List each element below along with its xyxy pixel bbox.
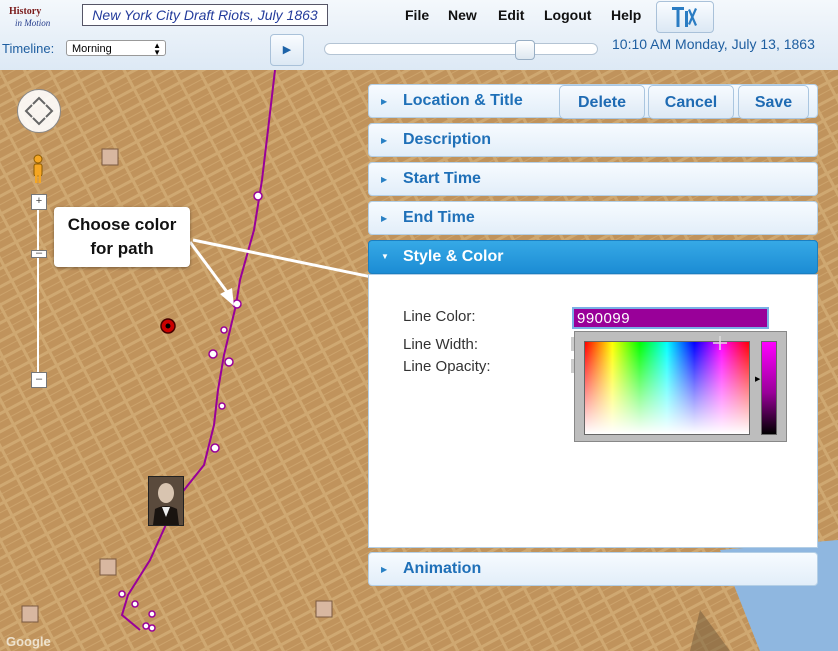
line-color-label: Line Color: <box>403 308 476 325</box>
collapsed-arrow-icon: ▶ <box>381 97 388 106</box>
zoom-track-upper[interactable] <box>37 210 39 250</box>
delete-button[interactable]: Delete <box>559 85 645 119</box>
callout-line-1: Choose color <box>67 215 177 234</box>
menu-logout[interactable]: Logout <box>544 7 591 23</box>
section-description[interactable]: ▶ Description <box>368 123 818 157</box>
pan-control-icon[interactable] <box>17 89 61 133</box>
select-arrows-icon: ▲ ▼ <box>153 41 161 57</box>
project-title[interactable]: New York City Draft Riots, July 1863 <box>82 4 328 26</box>
menu-help[interactable]: Help <box>611 7 641 23</box>
cancel-button[interactable]: Cancel <box>648 85 734 119</box>
timeline-selected-value: Morning <box>72 43 112 55</box>
play-button[interactable]: ▶ <box>270 34 304 66</box>
top-bar: History in Motion New York City Draft Ri… <box>0 0 838 71</box>
line-width-label: Line Width: <box>403 336 479 353</box>
menu-file[interactable]: File <box>405 7 429 23</box>
section-label: End Time <box>403 209 475 226</box>
save-button[interactable]: Save <box>738 85 809 119</box>
callout-line-2: for path <box>90 239 154 258</box>
tools-icon <box>672 7 697 27</box>
expanded-arrow-icon: ▼ <box>381 252 389 261</box>
zoom-slider-handle[interactable]: – <box>31 248 47 259</box>
color-picker: ▶ <box>574 331 787 442</box>
color-brightness-bar[interactable] <box>761 341 777 435</box>
collapsed-arrow-icon: ▶ <box>381 175 388 184</box>
tutorial-callout: Choose color for path <box>54 207 190 267</box>
color-saturation-field[interactable] <box>584 341 750 435</box>
section-label: Animation <box>403 560 482 577</box>
logo-text-2: in Motion <box>15 18 51 28</box>
marker-icon[interactable] <box>160 318 176 334</box>
section-label: Description <box>403 131 492 148</box>
section-label: Start Time <box>403 170 481 187</box>
line-color-input[interactable]: 990099 <box>572 307 769 329</box>
current-datetime: 10:10 AM Monday, July 13, 1863 <box>612 36 815 52</box>
pegman-icon[interactable] <box>32 154 44 184</box>
collapsed-arrow-icon: ▶ <box>381 214 388 223</box>
portrait-marker[interactable] <box>148 476 184 526</box>
zoom-track-lower[interactable] <box>37 258 39 372</box>
crosshair-icon[interactable] <box>713 336 727 350</box>
timeline-slider-thumb[interactable] <box>515 40 535 60</box>
section-label: Location & Title <box>403 92 523 109</box>
section-label: Style & Color <box>403 248 504 265</box>
zoom-in-icon[interactable]: + <box>31 194 47 210</box>
tools-button[interactable] <box>656 1 714 33</box>
section-end-time[interactable]: ▶ End Time <box>368 201 818 235</box>
zoom-out-icon[interactable]: – <box>31 372 47 388</box>
portrait-icon <box>149 477 183 525</box>
section-start-time[interactable]: ▶ Start Time <box>368 162 818 196</box>
timeline-label: Timeline: <box>2 41 55 56</box>
timeline-slider-track[interactable] <box>324 43 598 55</box>
section-animation[interactable]: ▶ Animation <box>368 552 818 586</box>
google-attribution: Google <box>6 634 51 649</box>
app-logo[interactable]: History in Motion <box>3 4 55 32</box>
section-style-color[interactable]: ▼ Style & Color <box>368 240 818 274</box>
timeline-select[interactable]: Morning ▲ ▼ <box>66 40 166 57</box>
logo-text-1: History <box>9 6 42 17</box>
brightness-pointer-icon[interactable]: ▶ <box>755 375 760 383</box>
menu-new[interactable]: New <box>448 7 477 23</box>
menu-edit[interactable]: Edit <box>498 7 524 23</box>
collapsed-arrow-icon: ▶ <box>381 565 388 574</box>
line-opacity-label: Line Opacity: <box>403 358 491 375</box>
collapsed-arrow-icon: ▶ <box>381 136 388 145</box>
